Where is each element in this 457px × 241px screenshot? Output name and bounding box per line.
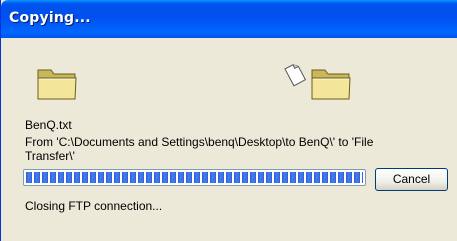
window-title: Copying...: [9, 10, 91, 26]
status-text: Closing FTP connection...: [25, 199, 163, 213]
file-name: BenQ.txt: [25, 118, 72, 132]
title-bar[interactable]: Copying...: [1, 0, 457, 38]
transfer-path-line2: Transfer\': [25, 149, 75, 163]
progress-bar: [23, 169, 366, 186]
transfer-path-line1: From 'C:\Documents and Settings\benq\Des…: [25, 135, 374, 149]
flying-document-icon: [284, 64, 307, 87]
cancel-button[interactable]: Cancel: [375, 168, 448, 191]
source-folder-icon: [37, 69, 77, 100]
copy-dialog: Copying... BenQ.txt From 'C:\Documents a…: [0, 0, 457, 241]
progress-fill: [26, 172, 363, 183]
destination-folder-icon: [311, 69, 351, 100]
